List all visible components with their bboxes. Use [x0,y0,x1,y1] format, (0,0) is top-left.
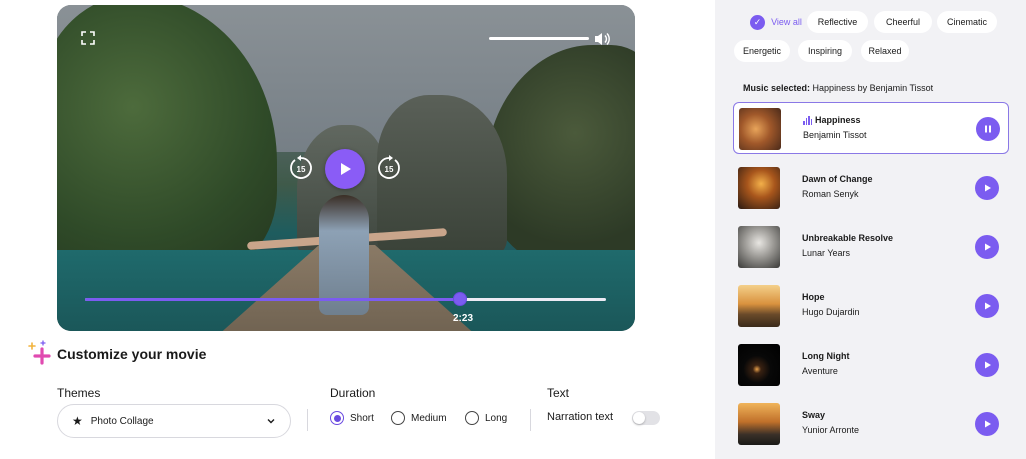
play-button[interactable] [975,353,999,377]
themes-value: Photo Collage [90,415,154,427]
filter-label: Cheerful [885,17,921,27]
duration-option-label: Short [350,412,374,424]
star-icon: ★ [72,414,83,428]
play-icon [985,184,991,192]
track-item[interactable]: Happiness Benjamin Tissot [733,102,1009,154]
track-artist: Lunar Years [802,248,851,258]
play-icon [985,361,991,369]
track-item[interactable]: Dawn of Change Roman Senyk [733,162,1009,214]
track-item[interactable]: Unbreakable Resolve Lunar Years [733,221,1009,273]
duration-label: Duration [330,386,376,400]
video-player[interactable]: 15 15 2:23 [57,5,635,331]
track-thumbnail [738,167,780,209]
filter-view-all[interactable]: ✓ View all [734,11,818,33]
sparkle-icon [26,339,52,365]
current-time: 2:23 [453,313,474,324]
rewind-seconds: 15 [297,165,306,174]
duration-option-long[interactable]: Long [465,411,507,425]
seek-handle[interactable] [453,292,468,306]
music-selected: Music selected: Happiness by Benjamin Ti… [743,83,933,93]
radio-icon [465,411,479,425]
play-icon [985,243,991,251]
filter-label: View all [771,17,802,27]
play-button[interactable] [975,176,999,200]
volume-icon[interactable] [593,31,611,47]
track-item[interactable]: Sway Yunior Arronte [733,398,1009,450]
track-thumbnail [738,344,780,386]
track-title-text: Happiness [815,115,861,125]
play-button[interactable] [975,412,999,436]
narration-toggle[interactable] [632,411,660,425]
divider [307,409,308,431]
duration-option-medium[interactable]: Medium [391,411,447,425]
track-artist: Yunior Arronte [802,425,860,435]
filter-label: Inspiring [807,46,843,56]
duration-option-short[interactable]: Short [330,411,374,425]
filter-relaxed[interactable]: Relaxed [861,40,909,62]
filter-label: Reflective [817,17,858,27]
radio-icon [391,411,405,425]
filter-reflective[interactable]: Reflective [807,11,868,33]
track-title: Unbreakable Resolve [802,233,894,243]
play-button[interactable] [975,294,999,318]
video-frame-person [319,195,369,315]
duration-option-label: Medium [411,412,447,424]
fullscreen-icon[interactable] [81,31,95,45]
music-panel: ✓ View all Reflective Cheerful Cinematic… [715,0,1026,459]
music-selected-label: Music selected: [743,83,811,93]
movie-editor: 15 15 2:23 Customize your movie Themes ★… [0,0,1026,459]
narration-label: Narration text [547,411,614,423]
chevron-down-icon [267,419,275,424]
play-button[interactable] [975,235,999,259]
seek-bar[interactable] [85,292,606,306]
check-icon: ✓ [750,14,766,30]
themes-dropdown[interactable]: ★ Photo Collage [57,404,291,438]
pause-icon [985,125,991,133]
track-item[interactable]: Hope Hugo Dujardin [733,280,1009,332]
track-title: Hope [802,292,825,302]
volume-slider[interactable] [489,37,589,40]
track-thumbnail [738,226,780,268]
filter-label: Cinematic [946,17,987,27]
filter-cinematic[interactable]: Cinematic [937,11,997,33]
filter-label: Energetic [742,46,782,56]
track-artist: Aventure [802,366,838,376]
track-item[interactable]: Long Night Aventure [733,339,1009,391]
themes-label: Themes [57,386,101,400]
play-button[interactable] [325,149,365,189]
track-title: Sway [802,410,826,420]
duration-option-label: Long [485,412,508,424]
forward-15-button[interactable]: 15 [375,154,403,182]
track-thumbnail [739,108,781,150]
divider [530,409,531,431]
track-thumbnail [738,403,780,445]
pause-button[interactable] [976,117,1000,141]
filter-energetic[interactable]: Energetic [734,40,790,62]
play-icon [985,302,991,310]
forward-seconds: 15 [385,165,394,174]
radio-icon [330,411,344,425]
track-artist: Roman Senyk [802,189,859,199]
track-title: Long Night [802,351,850,361]
rewind-15-button[interactable]: 15 [287,154,315,182]
track-thumbnail [738,285,780,327]
seek-progress [85,298,461,301]
play-icon [985,420,991,428]
equalizer-icon [803,115,812,125]
filter-label: Relaxed [868,46,902,56]
customize-title: Customize your movie [57,346,207,362]
track-artist: Benjamin Tissot [803,130,867,140]
text-label: Text [547,386,570,400]
filter-cheerful[interactable]: Cheerful [874,11,932,33]
track-title: Happiness [803,115,861,125]
track-title: Dawn of Change [802,174,873,184]
filter-inspiring[interactable]: Inspiring [798,40,852,62]
toggle-knob [633,412,645,424]
track-artist: Hugo Dujardin [802,307,860,317]
music-selected-value: Happiness by Benjamin Tissot [812,83,934,93]
